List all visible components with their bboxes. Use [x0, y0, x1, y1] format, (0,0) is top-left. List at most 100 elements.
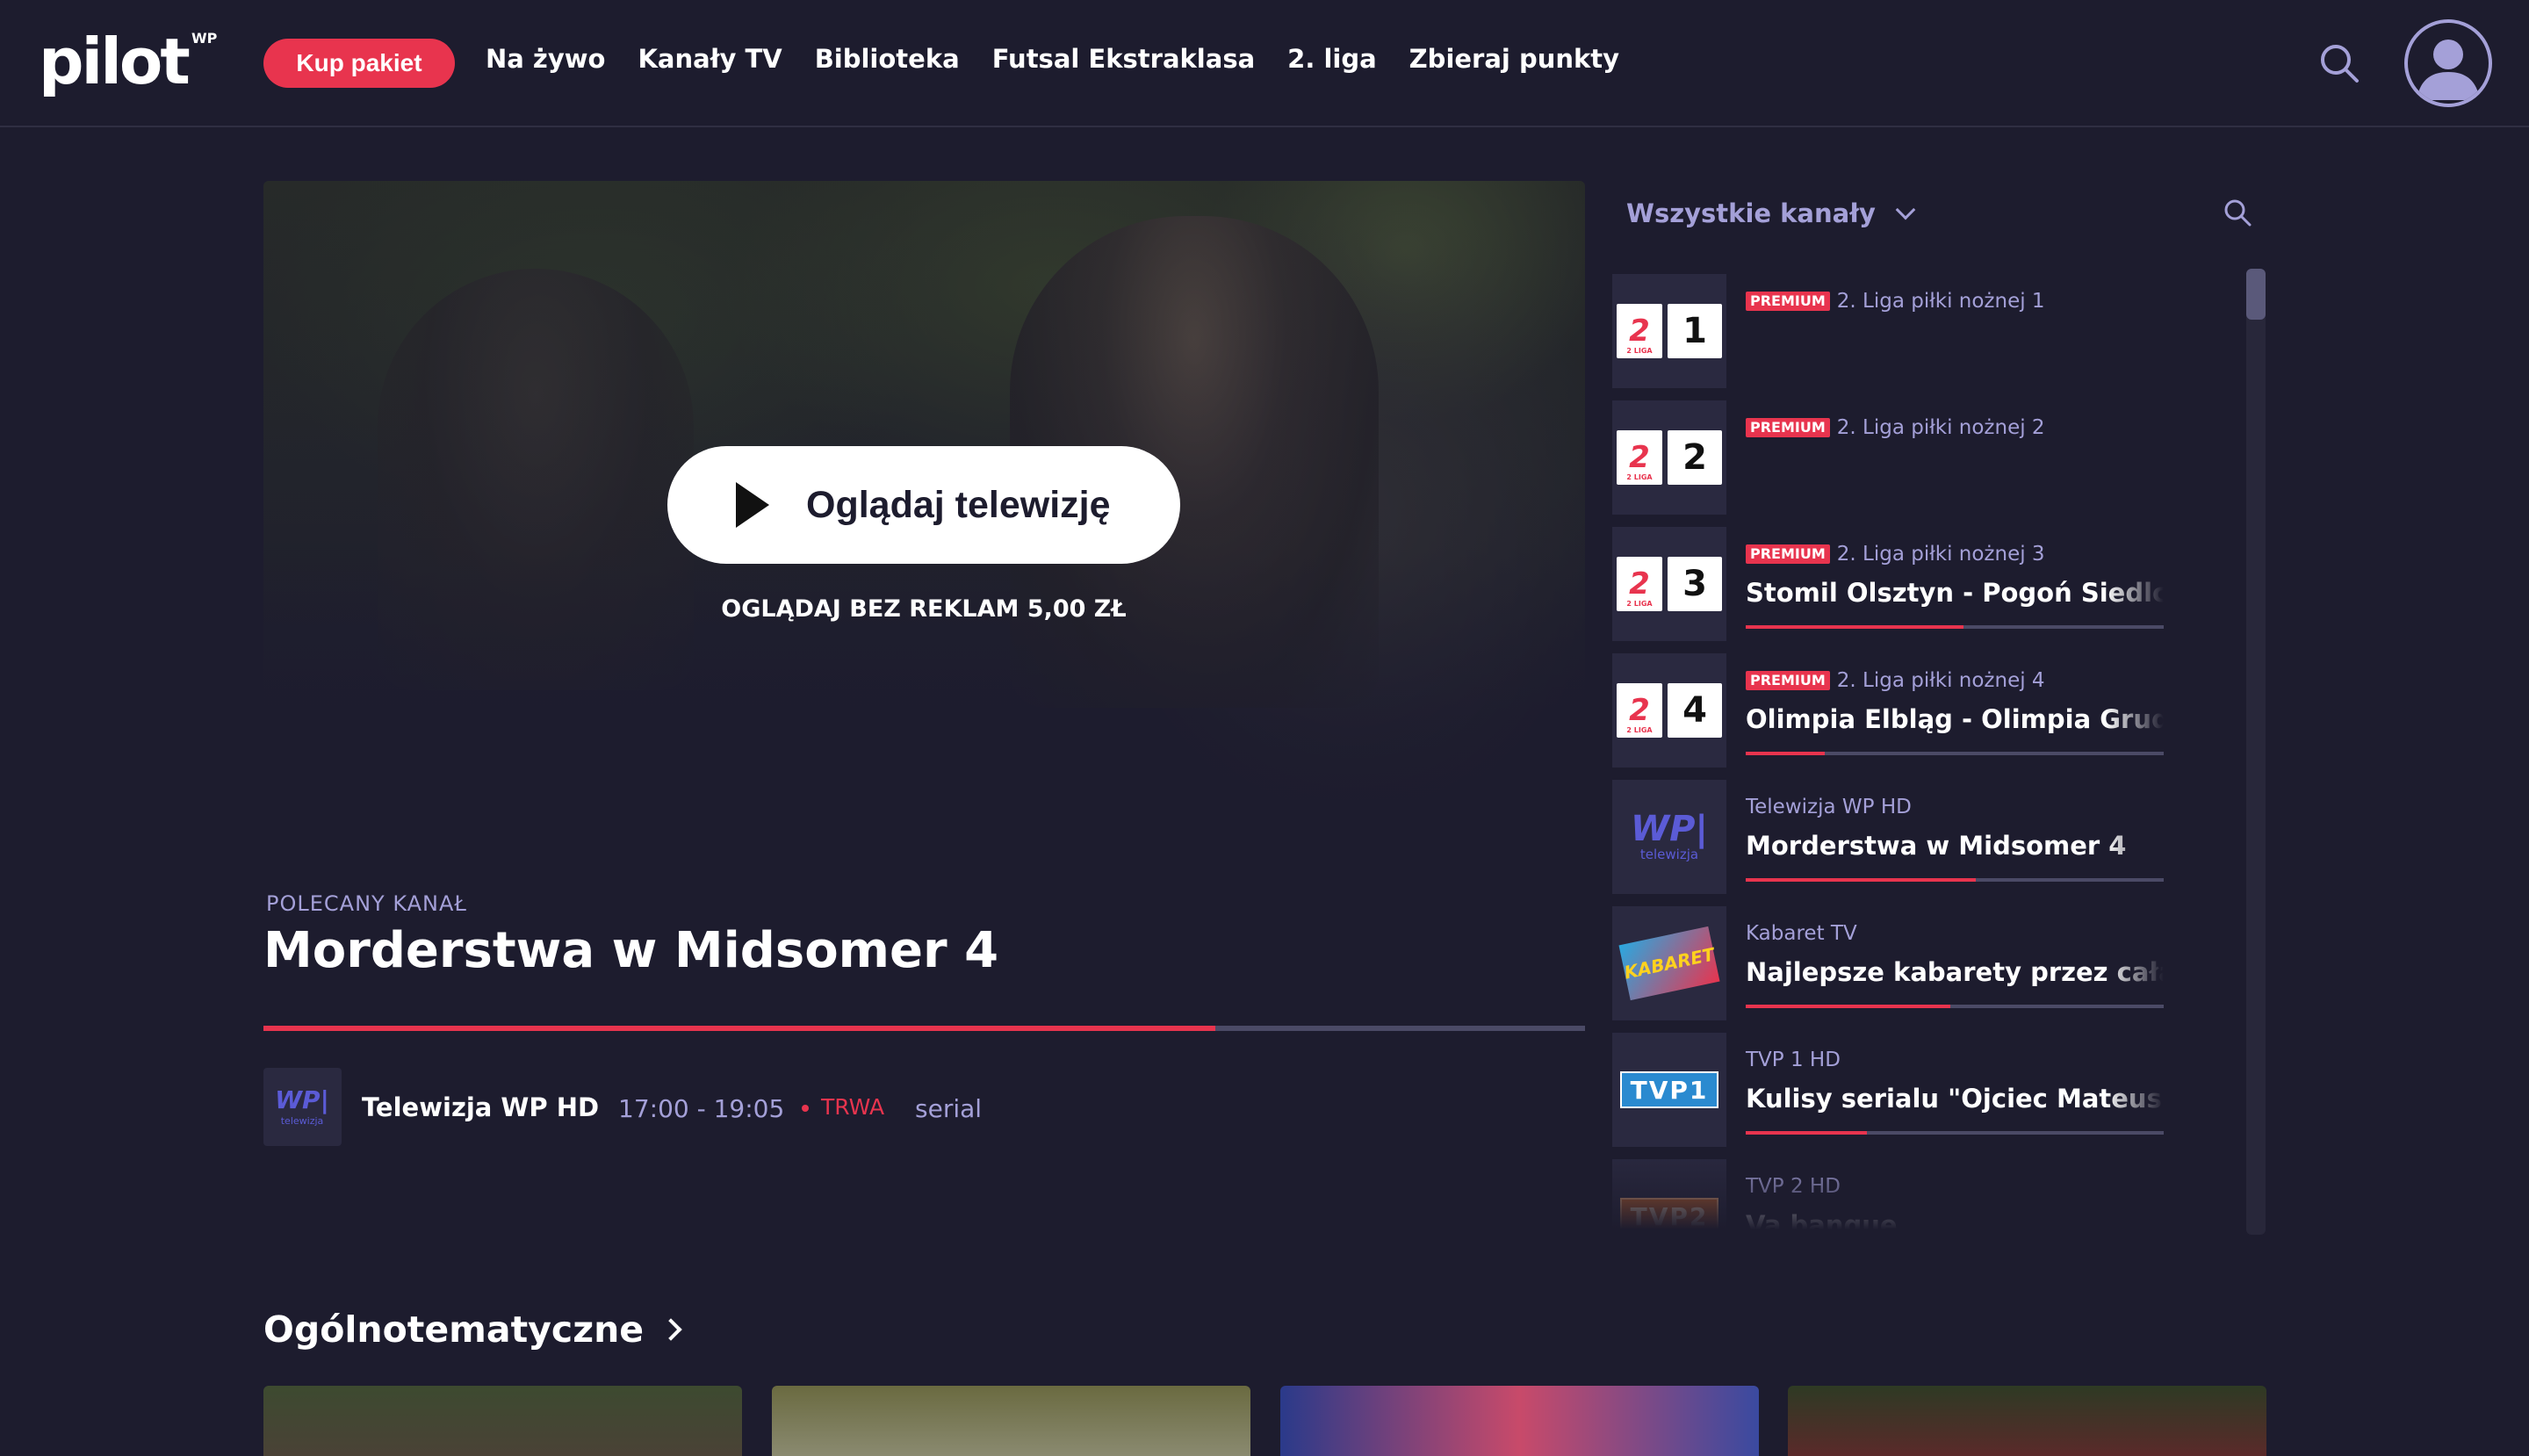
program-progress-fill — [1746, 1005, 1951, 1008]
buy-package-button[interactable]: Kup pakiet — [263, 39, 455, 88]
category-thumbnail[interactable] — [1788, 1386, 2266, 1456]
nav-tv-channels[interactable]: Kanały TV — [638, 44, 782, 74]
channel-meta: Kabaret TV Najlepsze kabarety przez całą … — [1746, 922, 2164, 987]
program-progress-fill — [1746, 1131, 1868, 1135]
channel-number: 3 — [1668, 557, 1722, 611]
channel-list-item[interactable]: KABARET Kabaret TV Najlepsze kabarety prze… — [1612, 906, 2227, 1020]
channel-meta: PREMIUM 2. Liga piłki nożnej 2 — [1746, 416, 2164, 439]
program-progress-bar — [1746, 1131, 2164, 1135]
channel-name: 2. Liga piłki nożnej 4 — [1836, 669, 2045, 692]
liga-logo: 22 LIGA — [1617, 683, 1662, 738]
watch-without-ads-link[interactable]: OGLĄDAJ BEZ REKLAM 5,00 ZŁ — [667, 595, 1180, 623]
channel-number: 1 — [1668, 304, 1722, 358]
channel-filter-label: Wszystkie kanały — [1626, 198, 1876, 228]
hero-title: Morderstwa w Midsomer 4 — [263, 922, 999, 979]
program-title: Stomil Olsztyn - Pogoń Siedlce — [1746, 578, 2164, 608]
top-header: pilot WP Kup pakiet Na żywo Kanały TV Bi… — [0, 0, 2529, 127]
hero-progress-bar — [263, 1026, 1585, 1031]
channel-top-line: PREMIUM 2. Liga piłki nożnej 3 — [1746, 543, 2164, 566]
channel-list-item[interactable]: 22 LIGA 4 PREMIUM 2. Liga piłki nożnej 4 Oli… — [1612, 653, 2227, 768]
channel-logo: WP| telewizja — [1612, 780, 1726, 894]
watch-tv-button[interactable]: Oglądaj telewizję — [667, 446, 1180, 564]
nav-futsal[interactable]: Futsal Ekstraklasa — [992, 44, 1255, 74]
channel-list-item[interactable]: 22 LIGA 3 PREMIUM 2. Liga piłki nożnej 3 Sto… — [1612, 527, 2227, 641]
user-avatar-icon[interactable] — [2404, 19, 2492, 107]
channel-name: Kabaret TV — [1746, 922, 1857, 945]
channel-filter-dropdown[interactable]: Wszystkie kanały — [1626, 198, 1916, 228]
live-dot-icon — [802, 1105, 809, 1112]
program-progress-bar — [1746, 625, 2164, 629]
channel-top-line: TVP 1 HD — [1746, 1049, 2164, 1071]
live-status: TRWA — [821, 1094, 885, 1120]
liga-logo: 22 LIGA — [1617, 430, 1662, 485]
channel-name: Telewizja WP HD — [1746, 796, 1912, 818]
wp-logo-sup: WP — [191, 30, 218, 47]
pilot-logo[interactable]: pilot — [39, 30, 191, 93]
channel-logo[interactable]: WP| telewizja — [263, 1068, 342, 1146]
hero-time: 17:00 - 19:05 — [618, 1094, 785, 1123]
channel-name: TVP 1 HD — [1746, 1049, 1841, 1071]
channel-list-item[interactable]: TVP1 TVP 1 HD Kulisy serialu "Ojciec Mateu… — [1612, 1033, 2227, 1147]
channel-meta: TVP 1 HD Kulisy serialu "Ojciec Mateusz" — [1746, 1049, 2164, 1114]
watch-tv-label: Oglądaj telewizję — [806, 483, 1111, 526]
channel-logo: 22 LIGA 3 — [1612, 527, 1726, 641]
liga-logo: 22 LIGA — [1617, 557, 1662, 611]
program-progress-fill — [1746, 752, 1826, 755]
program-progress-fill — [1746, 625, 1963, 629]
channel-list-fade — [1612, 1150, 2273, 1238]
tvp1-logo: TVP1 — [1620, 1071, 1718, 1108]
channel-number: 2 — [1668, 430, 1722, 485]
search-icon[interactable] — [2315, 39, 2364, 88]
wp-logo: WP| telewizja — [1630, 809, 1709, 862]
channel-number: 4 — [1668, 683, 1722, 738]
channel-top-line: Kabaret TV — [1746, 922, 2164, 945]
hero-channel-name: Telewizja WP HD — [362, 1092, 600, 1122]
nav-2-liga[interactable]: 2. liga — [1287, 44, 1377, 74]
channel-list[interactable]: 22 LIGA 1 PREMIUM 2. Liga piłki nożnej 122 … — [1612, 274, 2273, 1233]
channel-top-line: PREMIUM 2. Liga piłki nożnej 1 — [1746, 290, 2164, 313]
channel-list-item[interactable]: 22 LIGA 1 PREMIUM 2. Liga piłki nożnej 1 — [1612, 274, 2227, 388]
nav-collect-points[interactable]: Zbieraj punkty — [1409, 44, 1619, 74]
main-nav: Na żywo Kanały TV Biblioteka Futsal Ekst… — [486, 44, 1652, 74]
channel-meta: PREMIUM 2. Liga piłki nożnej 3 Stomil Olsz… — [1746, 543, 2164, 608]
channel-logo: 22 LIGA 2 — [1612, 400, 1726, 515]
channel-logo: TVP1 — [1612, 1033, 1726, 1147]
program-title: Morderstwa w Midsomer 4 — [1746, 831, 2127, 861]
svg-text:telewizja: telewizja — [281, 1115, 324, 1127]
program-progress-bar — [1746, 878, 2164, 882]
category-thumbnail[interactable] — [772, 1386, 1250, 1456]
channel-name: 2. Liga piłki nożnej 3 — [1836, 543, 2045, 566]
hero-progress-fill — [263, 1026, 1215, 1031]
liga-logo: 22 LIGA — [1617, 304, 1662, 358]
chevron-right-icon — [659, 1318, 682, 1341]
nav-live[interactable]: Na żywo — [486, 44, 605, 74]
channel-list-scrollbar[interactable] — [2246, 269, 2266, 1235]
category-header[interactable]: Ogólnotematyczne — [263, 1308, 682, 1351]
category-thumbnail[interactable] — [263, 1386, 742, 1456]
scrollbar-thumb[interactable] — [2246, 269, 2266, 320]
play-icon — [736, 482, 769, 528]
channel-name: 2. Liga piłki nożnej 2 — [1836, 416, 2045, 439]
program-title: Kulisy serialu "Ojciec Mateusz" — [1746, 1084, 2164, 1114]
svg-text:WP|: WP| — [275, 1085, 329, 1114]
channel-top-line: PREMIUM 2. Liga piłki nożnej 4 — [1746, 669, 2164, 692]
channel-list-item[interactable]: 22 LIGA 2 PREMIUM 2. Liga piłki nożnej 2 — [1612, 400, 2227, 515]
kabaret-logo: KABARET — [1618, 926, 1720, 1001]
channel-meta: PREMIUM 2. Liga piłki nożnej 4 Olimpia Elb… — [1746, 669, 2164, 734]
channel-logo: KABARET — [1612, 906, 1726, 1020]
channel-top-line: Telewizja WP HD — [1746, 796, 2164, 818]
channel-search-icon[interactable] — [2222, 197, 2253, 228]
channel-logo: 22 LIGA 1 — [1612, 274, 1726, 388]
hero-genre: serial — [915, 1094, 983, 1123]
channel-meta: Telewizja WP HD Morderstwa w Midsomer 4 — [1746, 796, 2164, 861]
program-title: Najlepsze kabarety przez całą dobę — [1746, 957, 2164, 987]
category-thumbnail[interactable] — [1280, 1386, 1759, 1456]
program-progress-fill — [1746, 878, 1976, 882]
premium-badge: PREMIUM — [1746, 418, 1830, 437]
nav-library[interactable]: Biblioteka — [815, 44, 960, 74]
channel-list-item[interactable]: WP| telewizja Telewizja WP HD Morderstwa w … — [1612, 780, 2227, 894]
program-progress-bar — [1746, 1005, 2164, 1008]
program-progress-bar — [1746, 752, 2164, 755]
premium-badge: PREMIUM — [1746, 544, 1830, 564]
channel-logo: 22 LIGA 4 — [1612, 653, 1726, 768]
